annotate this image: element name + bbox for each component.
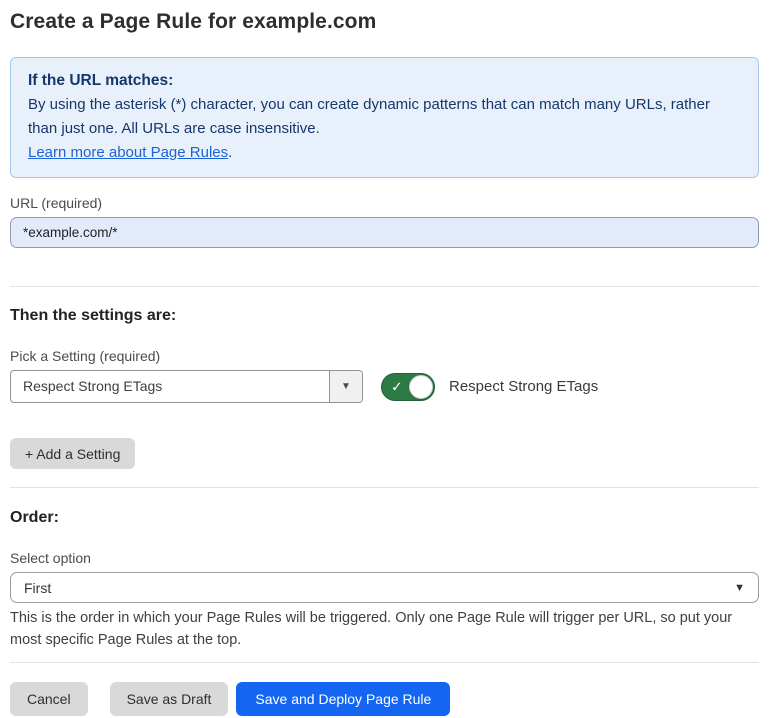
- setting-row: Respect Strong ETags ▼ ✓ Respect Strong …: [10, 370, 759, 403]
- setting-select[interactable]: Respect Strong ETags ▼: [10, 370, 363, 403]
- check-icon: ✓: [391, 379, 403, 393]
- setting-select-dropdown-button[interactable]: ▼: [329, 371, 362, 402]
- pick-setting-label: Pick a Setting (required): [10, 348, 759, 364]
- settings-heading: Then the settings are:: [10, 307, 759, 325]
- link-suffix: .: [228, 144, 232, 161]
- chevron-down-icon: ▼: [341, 382, 351, 392]
- etag-toggle[interactable]: ✓: [381, 373, 435, 401]
- order-help-text: This is the order in which your Page Rul…: [10, 608, 759, 651]
- url-match-info-box: If the URL matches: By using the asteris…: [10, 57, 759, 178]
- section-divider: [10, 487, 759, 488]
- learn-more-link[interactable]: Learn more about Page Rules: [28, 144, 228, 161]
- order-select[interactable]: First ▼: [10, 572, 759, 603]
- info-box-body: By using the asterisk (*) character, you…: [28, 93, 741, 141]
- toggle-knob: [409, 375, 433, 399]
- url-label: URL (required): [10, 195, 759, 211]
- footer-divider: [10, 662, 759, 663]
- section-divider: [10, 286, 759, 287]
- save-draft-button[interactable]: Save as Draft: [110, 682, 229, 716]
- toggle-label: Respect Strong ETags: [449, 378, 598, 395]
- info-box-heading: If the URL matches:: [28, 69, 741, 93]
- order-select-label: Select option: [10, 550, 759, 566]
- order-heading: Order:: [10, 509, 759, 527]
- setting-select-value: Respect Strong ETags: [11, 371, 329, 402]
- url-input[interactable]: [10, 217, 759, 248]
- add-setting-button[interactable]: + Add a Setting: [10, 438, 135, 469]
- cancel-button[interactable]: Cancel: [10, 682, 88, 716]
- order-select-value: First: [24, 580, 51, 596]
- footer-actions: Cancel Save as Draft Save and Deploy Pag…: [10, 682, 759, 716]
- page-title: Create a Page Rule for example.com: [10, 9, 759, 35]
- chevron-down-icon: ▼: [734, 582, 745, 594]
- create-page-rule-form: Create a Page Rule for example.com If th…: [0, 0, 769, 716]
- save-deploy-button[interactable]: Save and Deploy Page Rule: [236, 682, 450, 716]
- info-box-link-line: Learn more about Page Rules.: [28, 141, 741, 165]
